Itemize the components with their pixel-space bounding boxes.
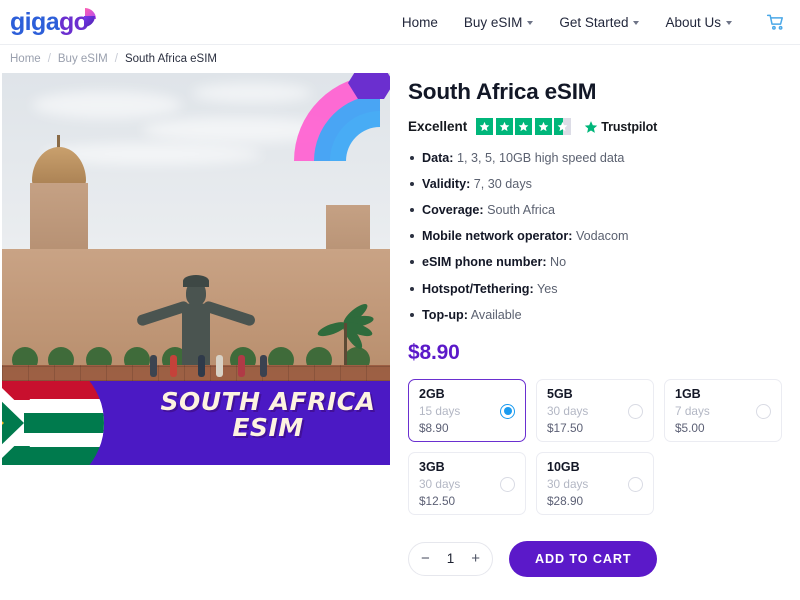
breadcrumb: Home / Buy eSIM / South Africa eSIM	[0, 45, 800, 73]
plan-price: $28.90	[547, 493, 584, 508]
spec-item-coverage: Coverage: South Africa	[408, 203, 790, 218]
logo[interactable]: gigago	[10, 7, 97, 36]
plan-size: 5GB	[547, 386, 573, 401]
spec-label: Hotspot/Tethering:	[422, 281, 534, 296]
spec-item-operator: Mobile network operator: Vodacom	[408, 229, 790, 244]
plan-price: $12.50	[419, 493, 456, 508]
plan-radio-button[interactable]	[628, 403, 643, 419]
breadcrumb-item-buy-esim[interactable]: Buy eSIM	[58, 53, 108, 65]
breadcrumb-item-home[interactable]: Home	[10, 53, 41, 65]
chevron-down-icon	[726, 21, 732, 25]
visitors	[2, 347, 390, 377]
add-to-cart-button[interactable]: ADD TO CART	[509, 540, 658, 577]
breadcrumb-separator: /	[114, 53, 118, 65]
banner-line-1: SOUTH AFRICA	[160, 387, 376, 416]
nav-label: Get Started	[559, 14, 629, 30]
trustpilot-rating[interactable]: Excellent Trustpilot	[408, 118, 790, 135]
site-header: gigago Home Buy eSIM Get Started About U…	[0, 0, 800, 45]
spec-label: Mobile network operator:	[422, 229, 573, 244]
spec-label: Data:	[422, 151, 454, 165]
spec-item-hotspot: Hotspot/Tethering: Yes	[408, 282, 790, 297]
star-icon	[534, 118, 552, 135]
banner-line-2: ESIM	[232, 413, 304, 442]
plan-price: $8.90	[419, 420, 449, 435]
rating-label: Excellent	[408, 119, 468, 134]
plan-radio-button[interactable]	[500, 403, 515, 419]
spec-value: Vodacom	[575, 229, 629, 244]
nav-item-about-us[interactable]: About Us	[665, 15, 732, 30]
plan-size: 10GB	[547, 459, 580, 474]
plan-price: $5.00	[675, 420, 705, 435]
logo-text-giga: giga	[10, 7, 60, 36]
quantity-increment-button[interactable]: +	[471, 551, 480, 566]
product-details: South Africa eSIM Excellent Trustpilot D…	[390, 73, 800, 577]
spec-item-phone-number: eSIM phone number: No	[408, 255, 790, 270]
product-specs-list: Data: 1, 3, 5, 10GB high speed data Vali…	[408, 151, 790, 323]
spec-value: 7, 30 days	[473, 177, 532, 192]
nav-item-buy-esim[interactable]: Buy eSIM	[464, 15, 534, 30]
quantity-value[interactable]: 1	[447, 551, 455, 566]
spec-item-data: Data: 1, 3, 5, 10GB high speed data	[408, 151, 790, 166]
star-half-icon	[554, 118, 572, 135]
plan-radio-button[interactable]	[628, 476, 643, 492]
spec-label: Top-up:	[422, 307, 468, 322]
chevron-down-icon	[633, 21, 640, 25]
spec-item-topup: Top-up: Available	[408, 308, 790, 323]
nav-label: About Us	[665, 14, 721, 30]
plan-option-1gb[interactable]: 1GB 7 days $5.00	[664, 378, 782, 442]
quantity-stepper: − 1 +	[408, 541, 493, 576]
plan-options: 2GB 15 days $8.90 5GB 30 days $17.50 1GB…	[408, 378, 790, 515]
plan-price: $17.50	[547, 420, 584, 435]
breadcrumb-item-current: South Africa eSIM	[124, 53, 217, 65]
plan-option-2gb[interactable]: 2GB 15 days $8.90	[408, 378, 526, 442]
plan-size: 2GB	[419, 386, 445, 401]
spec-label: eSIM phone number:	[422, 255, 547, 270]
page-title: South Africa eSIM	[408, 79, 597, 104]
spec-item-validity: Validity: 7, 30 days	[408, 177, 790, 192]
trustpilot-star-icon	[585, 120, 598, 133]
nav-item-home[interactable]: Home	[402, 15, 438, 30]
nav-label: Buy eSIM	[463, 14, 523, 30]
star-icon	[515, 118, 533, 135]
nav-item-get-started[interactable]: Get Started	[559, 14, 640, 30]
plan-option-10gb[interactable]: 10GB 30 days $28.90	[536, 451, 654, 515]
quantity-decrement-button[interactable]: −	[421, 551, 430, 566]
banner-text: SOUTH AFRICA ESIM	[148, 389, 388, 441]
spec-label: Validity:	[422, 177, 471, 192]
star-icon	[495, 118, 513, 135]
decorative-fan-graphic	[294, 73, 390, 161]
product-page-content: SOUTH AFRICA ESIM South Africa eSIM Exce…	[0, 73, 800, 577]
spec-value: No	[550, 255, 567, 270]
spec-value: South Africa	[487, 203, 556, 218]
plan-size: 1GB	[675, 386, 701, 401]
south-africa-flag-badge	[2, 381, 104, 465]
rating-stars	[476, 118, 572, 135]
main-navigation: Home Buy eSIM Get Started About Us	[402, 12, 786, 32]
product-banner: SOUTH AFRICA ESIM	[2, 381, 390, 465]
plan-option-5gb[interactable]: 5GB 30 days $17.50	[536, 378, 654, 442]
spec-value: 1, 3, 5, 10GB high speed data	[457, 151, 625, 165]
cart-icon[interactable]	[766, 12, 786, 32]
plan-radio-button[interactable]	[756, 403, 771, 419]
breadcrumb-separator: /	[47, 53, 51, 65]
spec-label: Coverage:	[422, 203, 484, 218]
product-gallery: SOUTH AFRICA ESIM	[0, 73, 390, 577]
plan-size: 3GB	[419, 459, 445, 474]
product-image[interactable]: SOUTH AFRICA ESIM	[2, 73, 390, 465]
trustpilot-logo: Trustpilot	[584, 120, 657, 134]
logo-mark-icon	[77, 8, 97, 27]
nav-label: Home	[401, 14, 438, 30]
chevron-down-icon	[527, 21, 534, 25]
spec-value: Yes	[536, 281, 558, 296]
spec-value: Available	[470, 307, 522, 322]
trustpilot-wordmark: Trustpilot	[601, 119, 658, 134]
product-price: $8.90	[408, 340, 460, 364]
purchase-controls: − 1 + ADD TO CART	[408, 540, 790, 577]
plan-option-3gb[interactable]: 3GB 30 days $12.50	[408, 451, 526, 515]
plan-radio-button[interactable]	[500, 476, 515, 492]
star-icon	[476, 118, 494, 135]
